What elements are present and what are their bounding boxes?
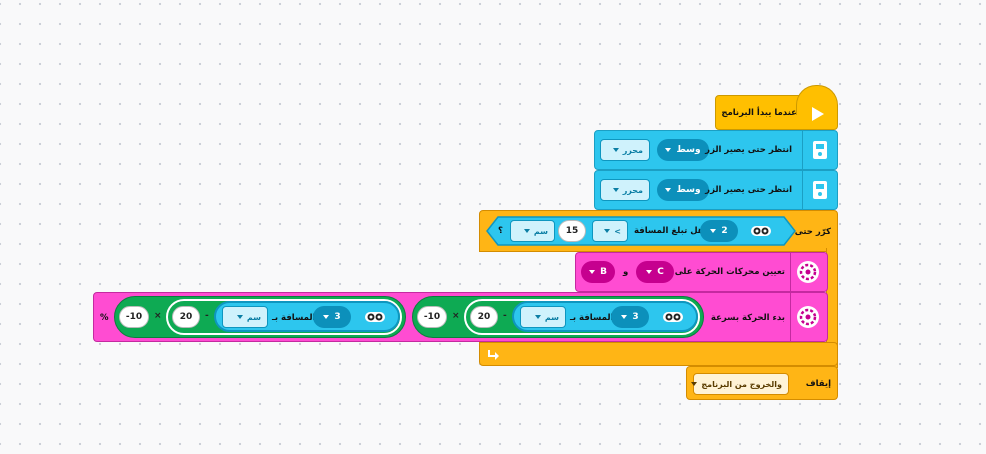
sensor-port-dropdown-left[interactable]: 3	[313, 306, 351, 328]
ultrasonic-sensor-icon	[751, 226, 771, 236]
dropdown-arrow-icon	[612, 148, 619, 152]
distance-threshold-input[interactable]: 15	[558, 220, 586, 242]
set-motors-label: تعيين محركات الحركة على	[674, 267, 785, 277]
question-mark: ؟	[498, 226, 503, 236]
button-select-dropdown[interactable]: وسط	[657, 139, 709, 161]
hub-button-icon	[813, 181, 827, 199]
distance-label-left: المسافة بـ	[272, 313, 316, 323]
wait-until-label: انتظر حتى يصير الزر	[705, 145, 792, 155]
hub-icon-divider	[802, 131, 803, 169]
button-state-dropdown[interactable]: محرر	[600, 179, 650, 201]
dropdown-arrow-icon	[236, 315, 243, 319]
repeat-until-block-bottom	[479, 342, 838, 366]
stop-option-dropdown[interactable]: والخروج من البرنامج	[691, 373, 789, 395]
motor-icon-divider	[790, 293, 791, 341]
dropdown-arrow-icon	[621, 315, 628, 319]
stop-label: إيقاف	[805, 379, 831, 389]
dropdown-arrow-icon	[589, 270, 596, 274]
dropdown-arrow-icon	[534, 315, 541, 319]
stop-program-block[interactable]: والخروج من البرنامج إيقاف	[686, 366, 838, 400]
dropdown-arrow-icon	[646, 270, 653, 274]
minus-operator-left: -	[205, 311, 209, 321]
subtract-input-right[interactable]: 20	[470, 306, 498, 328]
set-movement-motors-block[interactable]: B و C تعيين محركات الحركة على	[575, 252, 828, 292]
wait-until-button-block[interactable]: محرر وسط انتظر حتى يصير الزر	[594, 170, 838, 210]
loop-arrow-icon	[488, 350, 499, 360]
hub-icon-divider	[802, 171, 803, 209]
subtract-input-left[interactable]: 20	[172, 306, 200, 328]
dropdown-arrow-icon	[604, 229, 611, 233]
start-program-label: عندما يبدأ البرنامج	[721, 108, 797, 118]
ultrasonic-sensor-icon	[365, 312, 385, 322]
motor-port-c-dropdown[interactable]: C	[636, 261, 674, 283]
dropdown-arrow-icon	[612, 188, 619, 192]
and-label: و	[623, 267, 629, 277]
minus-operator-right: -	[503, 311, 507, 321]
distance-unit-dropdown-right[interactable]: سم	[520, 306, 566, 328]
movement-wheel-icon	[797, 261, 819, 283]
factor-input-right[interactable]: -10	[417, 306, 447, 328]
sensor-port-dropdown-right[interactable]: 3	[611, 306, 649, 328]
repeat-until-label: كرّر حتى	[794, 227, 831, 237]
sensor-port-dropdown[interactable]: 2	[700, 220, 738, 242]
wait-until-button-block[interactable]: محرر وسط انتظر حتى يصير الزر	[594, 130, 838, 170]
hub-button-icon	[813, 141, 827, 159]
start-moving-label: بدء الحركة بسرعة	[710, 313, 785, 323]
distance-label-right: المسافة بـ	[570, 313, 614, 323]
comparator-dropdown[interactable]: <	[592, 220, 628, 242]
button-select-dropdown[interactable]: وسط	[657, 179, 709, 201]
play-icon	[812, 107, 824, 121]
factor-input-left[interactable]: -10	[119, 306, 149, 328]
times-operator-left: ×	[154, 311, 162, 321]
distance-unit-dropdown-left[interactable]: سم	[222, 306, 268, 328]
dropdown-arrow-icon	[710, 229, 717, 233]
dropdown-arrow-icon	[691, 382, 698, 386]
movement-wheel-icon	[797, 306, 819, 328]
dropdown-arrow-icon	[665, 188, 672, 192]
motor-port-b-dropdown[interactable]: B	[581, 261, 615, 283]
distance-question-label: هل تبلغ المسافة	[634, 226, 704, 236]
dropdown-arrow-icon	[323, 315, 330, 319]
dropdown-arrow-icon	[523, 229, 530, 233]
motor-icon-divider	[790, 253, 791, 291]
wait-until-label: انتظر حتى يصير الزر	[705, 185, 792, 195]
distance-unit-dropdown[interactable]: سم	[510, 220, 555, 242]
button-state-dropdown[interactable]: محرر	[600, 139, 650, 161]
percent-label: %	[100, 313, 109, 323]
dropdown-arrow-icon	[665, 148, 672, 152]
ultrasonic-sensor-icon	[663, 312, 683, 322]
times-operator-right: ×	[452, 311, 460, 321]
